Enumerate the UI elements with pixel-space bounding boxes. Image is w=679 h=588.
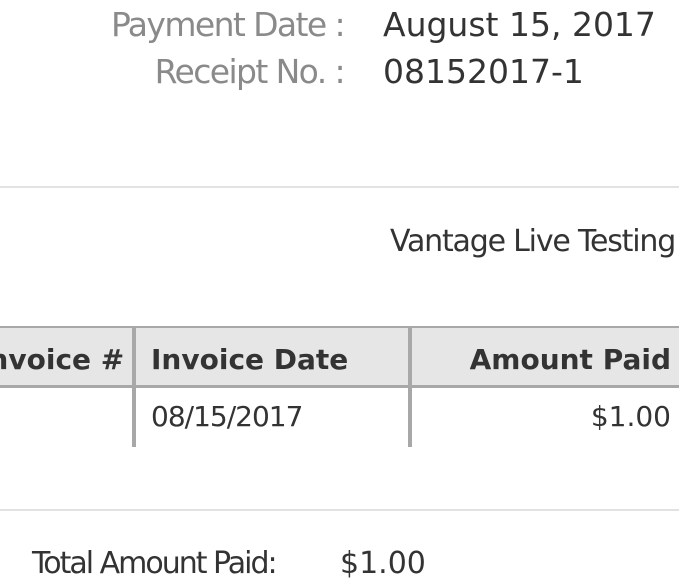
payment-date-value: August 15, 2017: [383, 5, 656, 44]
header-amount-paid: Amount Paid: [469, 343, 671, 376]
column-divider: [132, 326, 136, 447]
table-header: Invoice # Invoice Date Amount Paid: [0, 326, 679, 388]
header-invoice-date: Invoice Date: [151, 343, 349, 376]
bottom-divider: [0, 509, 679, 511]
company-name: Vantage Live Testing: [390, 224, 676, 259]
receipt-number-row: Receipt No. : 08152017-1: [0, 49, 679, 95]
payment-date-label: Payment Date :: [110, 5, 346, 44]
payment-date-row: Payment Date : August 15, 2017: [0, 2, 679, 48]
cell-amount-paid: $1.00: [590, 400, 671, 433]
receipt-page: Payment Date : August 15, 2017 Receipt N…: [0, 0, 679, 588]
top-divider: [0, 186, 679, 188]
receipt-number-value: 08152017-1: [383, 52, 584, 91]
header-invoice-number: Invoice #: [0, 343, 125, 376]
receipt-number-label: Receipt No. :: [154, 52, 346, 91]
column-divider: [408, 326, 412, 447]
total-amount-value: $1.00: [340, 546, 426, 581]
total-amount-row: Total Amount Paid: $1.00: [32, 543, 426, 585]
total-amount-label: Total Amount Paid:: [32, 546, 278, 581]
cell-invoice-date: 08/15/2017: [151, 400, 303, 433]
